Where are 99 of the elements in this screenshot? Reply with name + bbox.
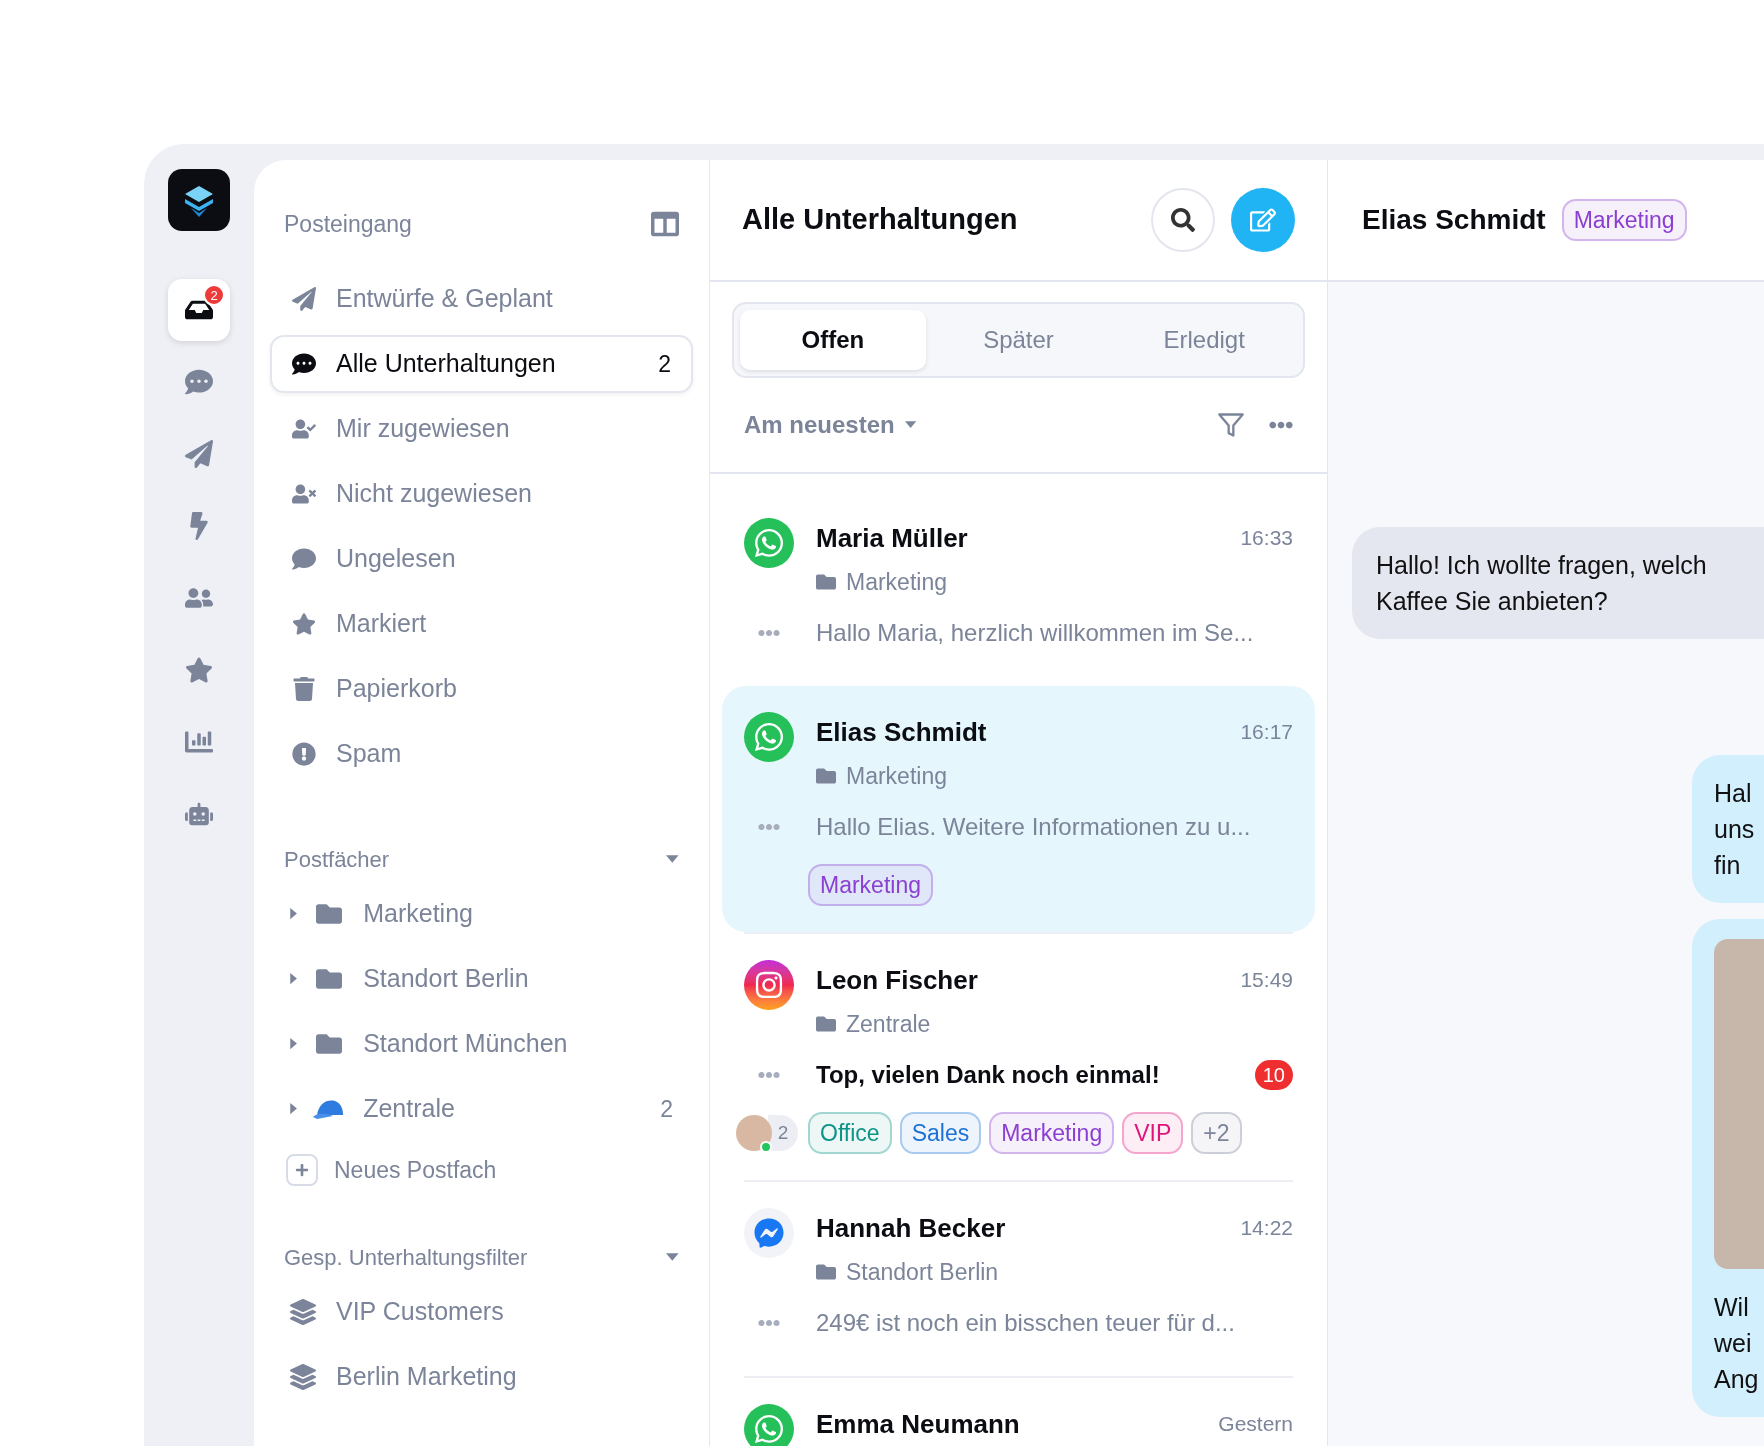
mailbox-item[interactable]: Zentrale 2 bbox=[270, 1080, 693, 1138]
rail-button[interactable]: 2 bbox=[168, 279, 230, 341]
app-logo[interactable] bbox=[168, 169, 230, 231]
trash-icon bbox=[292, 677, 316, 701]
collapse-toggle[interactable] bbox=[666, 1252, 679, 1262]
folder-icon bbox=[816, 766, 836, 786]
message-preview: Hallo Elias. Weitere Informationen zu u... bbox=[816, 812, 1252, 842]
folder-icon bbox=[316, 1031, 343, 1057]
instagram-icon bbox=[744, 960, 794, 1010]
message-text: Wil wei Ang bbox=[1714, 1292, 1760, 1395]
folder-icon bbox=[316, 966, 343, 992]
tag: +2 bbox=[1191, 1112, 1242, 1154]
filter-icon[interactable] bbox=[1217, 411, 1245, 439]
folder-icon bbox=[316, 901, 343, 927]
message-text: Hallo! Ich wollte fragen, welch Kaffee Sie anbieten? bbox=[1376, 550, 1708, 617]
nav-item[interactable]: Spam bbox=[270, 725, 693, 783]
nav-item[interactable]: Entwürfe & Geplant bbox=[270, 270, 693, 328]
folder-icon bbox=[816, 1014, 836, 1034]
chat-title: Elias Schmidt bbox=[1362, 203, 1546, 237]
caret-right-icon[interactable] bbox=[290, 1038, 298, 1050]
panel-toggle-icon[interactable] bbox=[651, 210, 679, 238]
caret-right-icon[interactable] bbox=[290, 973, 298, 985]
search-icon bbox=[1171, 208, 1195, 232]
contact-name: Elias Schmidt bbox=[816, 715, 987, 749]
contact-name: Emma Neumann bbox=[816, 1407, 1020, 1441]
tag: VIP bbox=[1122, 1112, 1184, 1154]
plus-icon bbox=[295, 1163, 309, 1177]
saved-filter-item[interactable]: Berlin Marketing bbox=[270, 1348, 693, 1406]
alert-icon bbox=[292, 742, 316, 766]
caret-down-icon bbox=[904, 421, 916, 429]
mailbox-label: Marketing bbox=[846, 761, 947, 791]
whatsapp-icon bbox=[744, 518, 794, 568]
compose-icon bbox=[1250, 207, 1276, 233]
section-title: Posteingang bbox=[284, 209, 412, 239]
send-icon bbox=[185, 440, 213, 468]
tab[interactable]: Offen bbox=[740, 310, 926, 370]
chat-bubble-icon bbox=[292, 547, 316, 571]
time-label: 16:17 bbox=[1240, 719, 1293, 746]
caret-down-icon bbox=[666, 1252, 679, 1262]
tag: Marketing bbox=[1561, 199, 1687, 241]
tag: Sales bbox=[899, 1112, 982, 1154]
notification-badge: 2 bbox=[203, 284, 225, 306]
chat-icon bbox=[185, 368, 213, 396]
time-label: 16:33 bbox=[1240, 525, 1293, 552]
nav-item[interactable]: Papierkorb bbox=[270, 660, 693, 718]
assignee-count: 2 bbox=[768, 1115, 798, 1151]
user-x-icon bbox=[292, 482, 316, 506]
search-button[interactable] bbox=[1151, 188, 1215, 252]
mailbox-item[interactable]: Marketing bbox=[270, 885, 693, 943]
message-preview: Hallo Maria, herzlich willkommen im Se... bbox=[816, 618, 1255, 648]
send-icon bbox=[292, 287, 316, 311]
section-title: Gesp. Unterhaltungsfilter bbox=[284, 1243, 528, 1272]
tab[interactable]: Später bbox=[925, 310, 1112, 370]
collapse-toggle[interactable] bbox=[666, 854, 679, 864]
star-icon bbox=[185, 656, 213, 684]
folder-icon bbox=[816, 1262, 836, 1282]
messenger-icon bbox=[744, 1208, 794, 1258]
new-mailbox-button[interactable]: Neues Postfach bbox=[270, 1145, 693, 1195]
section-title: Postfächer bbox=[284, 845, 390, 874]
caret-down-icon bbox=[666, 854, 679, 864]
contact-name: Maria Müller bbox=[816, 521, 968, 555]
mailbox-item[interactable]: Standort Berlin bbox=[270, 950, 693, 1008]
tab[interactable]: Erledigt bbox=[1111, 310, 1297, 370]
whatsapp-icon bbox=[744, 1404, 794, 1446]
mailbox-label: Zentrale bbox=[846, 1009, 931, 1039]
mailbox-label: Marketing bbox=[846, 567, 947, 597]
panel-title: Alle Unterhaltungen bbox=[742, 202, 1019, 238]
time-label: 15:49 bbox=[1240, 967, 1293, 994]
tag: Marketing bbox=[989, 1112, 1115, 1154]
nav-item[interactable]: Mir zugewiesen bbox=[270, 400, 693, 458]
tag: Office bbox=[808, 1112, 892, 1154]
message-text: Hal uns fin bbox=[1714, 778, 1756, 881]
layers-icon bbox=[290, 1364, 316, 1390]
conversation-item[interactable]: Elias Schmidt 16:17 Marketing Hallo Elias. Weitere Informationen zu u... Marketing bbox=[722, 686, 1315, 932]
message-preview: Top, vielen Dank noch einmal! bbox=[816, 1060, 1161, 1090]
nav-item[interactable]: Markiert bbox=[270, 595, 693, 653]
nav-item[interactable]: Nicht zugewiesen bbox=[270, 465, 693, 523]
folder-icon bbox=[816, 572, 836, 592]
caret-right-icon[interactable] bbox=[290, 908, 298, 920]
caret-right-icon[interactable] bbox=[290, 1103, 298, 1115]
tag: Marketing bbox=[808, 864, 933, 906]
star-icon bbox=[292, 612, 316, 636]
contact-name: Hannah Becker bbox=[816, 1211, 1006, 1245]
user-check-icon bbox=[292, 417, 316, 441]
sort-dropdown[interactable]: Am neuesten bbox=[744, 407, 1217, 443]
saved-filter-item[interactable]: VIP Customers bbox=[270, 1283, 693, 1341]
whatsapp-icon bbox=[744, 712, 794, 762]
nav-item[interactable]: Alle Unterhaltungen 2 bbox=[270, 335, 693, 393]
nav-item[interactable]: Ungelesen bbox=[270, 530, 693, 588]
time-label: Gestern bbox=[1218, 1411, 1293, 1438]
time-label: 14:22 bbox=[1240, 1215, 1293, 1242]
robot-icon bbox=[185, 800, 213, 828]
mailbox-label: Standort Berlin bbox=[846, 1257, 999, 1287]
contact-name: Leon Fischer bbox=[816, 963, 978, 997]
layers-icon bbox=[290, 1299, 316, 1325]
mailbox-item[interactable]: Standort München bbox=[270, 1015, 693, 1073]
message-preview: 249€ ist noch ein bisschen teuer für d... bbox=[816, 1308, 1236, 1338]
chat-icon bbox=[292, 352, 316, 376]
unread-badge: 10 bbox=[1254, 1060, 1293, 1090]
